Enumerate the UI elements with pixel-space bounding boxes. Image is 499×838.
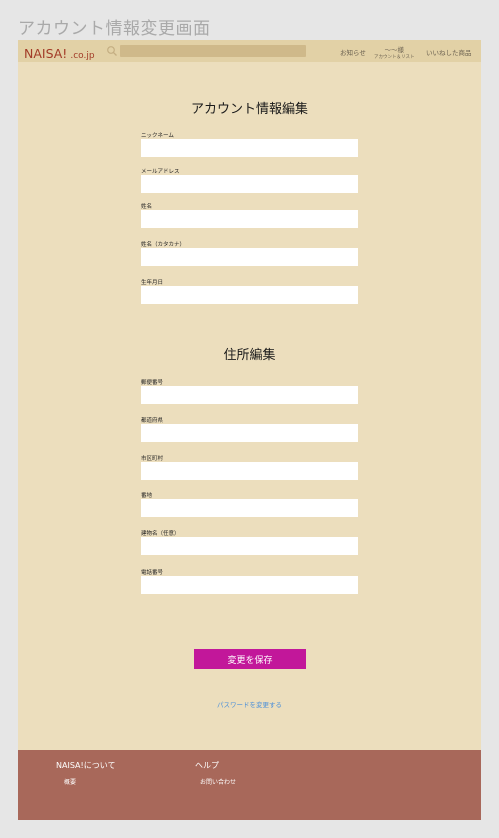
email-field[interactable] bbox=[141, 175, 358, 193]
prefecture-field[interactable] bbox=[141, 424, 358, 442]
logo-main-text: NAISA! bbox=[24, 46, 68, 61]
email-label: メールアドレス bbox=[141, 169, 180, 175]
street-number-label: 番地 bbox=[141, 493, 153, 499]
canvas-title: アカウント情報変更画面 bbox=[18, 19, 211, 39]
account-list-label: アカウント＆リスト bbox=[374, 55, 415, 60]
footer: NAISA!について 概要 ヘルプ お問い合わせ bbox=[18, 750, 481, 820]
building-field[interactable] bbox=[141, 537, 358, 555]
footer-about-heading: NAISA!について bbox=[56, 761, 116, 770]
page-frame: NAISA! .co.jp お知らせ 〜〜様 アカウント＆リスト いいねした商品 … bbox=[18, 40, 481, 820]
nav-notice-link[interactable]: お知らせ bbox=[340, 47, 366, 57]
birthdate-field[interactable] bbox=[141, 286, 358, 304]
search-input[interactable] bbox=[120, 45, 306, 57]
footer-contact-link[interactable]: お問い合わせ bbox=[200, 777, 236, 786]
name-kana-field[interactable] bbox=[141, 248, 358, 266]
change-password-link[interactable]: パスワードを変更する bbox=[18, 699, 481, 709]
nav-liked-link[interactable]: いいねした商品 bbox=[426, 47, 472, 57]
account-greeting: 〜〜様 bbox=[384, 46, 405, 54]
account-section-title: アカウント情報編集 bbox=[190, 102, 308, 117]
nav-account-link[interactable]: 〜〜様 アカウント＆リスト bbox=[374, 44, 415, 60]
address-section-title: 住所編集 bbox=[223, 348, 276, 363]
name-field[interactable] bbox=[141, 210, 358, 228]
phone-field[interactable] bbox=[141, 576, 358, 594]
footer-about-link[interactable]: 概要 bbox=[64, 777, 76, 786]
postal-code-field[interactable] bbox=[141, 386, 358, 404]
header: NAISA! .co.jp お知らせ 〜〜様 アカウント＆リスト いいねした商品 bbox=[18, 40, 481, 62]
name-label: 姓名 bbox=[141, 204, 153, 210]
search-icon[interactable] bbox=[106, 45, 118, 57]
nickname-field[interactable] bbox=[141, 139, 358, 157]
phone-label: 電話番号 bbox=[141, 570, 164, 576]
nickname-label: ニックネーム bbox=[141, 133, 174, 139]
logo-domain-text: .co.jp bbox=[70, 51, 95, 61]
street-number-field[interactable] bbox=[141, 499, 358, 517]
prefecture-label: 都道府県 bbox=[141, 418, 164, 424]
city-field[interactable] bbox=[141, 462, 358, 480]
save-button[interactable]: 変更を保存 bbox=[194, 649, 306, 669]
birthdate-label: 生年月日 bbox=[141, 280, 164, 286]
city-label: 市区町村 bbox=[141, 456, 164, 462]
postal-code-label: 郵便番号 bbox=[141, 380, 164, 386]
logo[interactable]: NAISA! .co.jp bbox=[24, 43, 95, 62]
footer-help-heading: ヘルプ bbox=[195, 761, 219, 770]
building-label: 建物名（任意） bbox=[141, 531, 180, 537]
name-kana-label: 姓名（カタカナ） bbox=[141, 242, 186, 248]
